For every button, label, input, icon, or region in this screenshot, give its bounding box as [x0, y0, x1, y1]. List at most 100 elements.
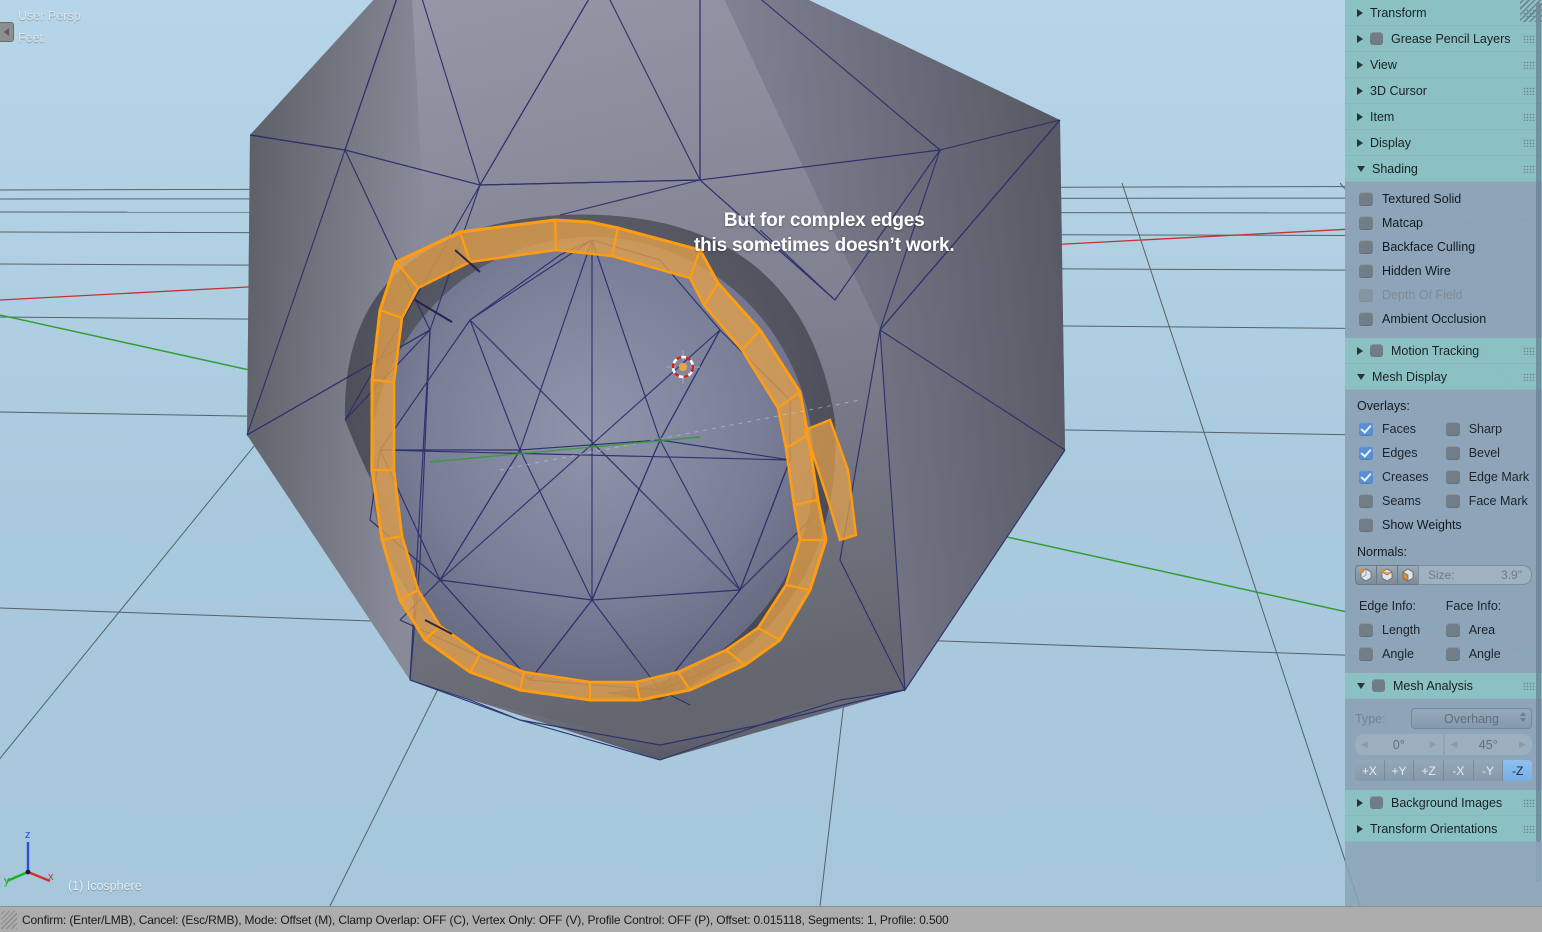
checkbox-edge-angle[interactable]: [1359, 647, 1373, 661]
panel-grip-icon[interactable]: [1523, 165, 1535, 173]
checkbox-bevel[interactable]: [1445, 446, 1460, 460]
axis-button-plus-x[interactable]: +X: [1355, 760, 1385, 781]
panel-header-mesh-display[interactable]: Mesh Display: [1345, 364, 1542, 390]
checkbox-row-show-weights[interactable]: Show Weights: [1345, 513, 1542, 537]
axis-button-minus-y[interactable]: -Y: [1473, 760, 1504, 781]
scrollbar-thumb[interactable]: [1536, 2, 1541, 842]
checkbox-sharp[interactable]: [1445, 422, 1460, 436]
axis-button-minus-z[interactable]: -Z: [1503, 760, 1533, 781]
checkbox-row-creases[interactable]: Creases: [1359, 470, 1446, 484]
checkbox-row-face-angle[interactable]: Angle: [1445, 647, 1542, 661]
checkbox-edges[interactable]: [1359, 446, 1373, 460]
checkbox-row-face-area[interactable]: Area: [1445, 623, 1542, 637]
checkbox-row-face-mark[interactable]: Face Mark: [1445, 494, 1542, 508]
checkbox-row-edges[interactable]: Edges: [1359, 446, 1446, 460]
panel-header-grease-pencil-layers[interactable]: Grease Pencil Layers: [1345, 26, 1542, 52]
label-depth-of-field: Depth Of Field: [1382, 288, 1463, 302]
checkbox-seams[interactable]: [1359, 494, 1373, 508]
panel-grip-icon[interactable]: [1523, 799, 1535, 807]
overlay-row-edges-bevel: Edges Bevel: [1345, 441, 1542, 465]
checkbox-row-backface-culling[interactable]: Backface Culling: [1345, 235, 1542, 259]
3d-viewport[interactable]: User Persp Feet (1) Icosphere But for co…: [0, 0, 1542, 906]
panel-grip-icon[interactable]: [1523, 35, 1535, 43]
panel-resize-grip-icon[interactable]: [1520, 0, 1542, 22]
panel-body-shading: Textured Solid Matcap Backface Culling H…: [1345, 182, 1542, 338]
vertex-normals-icon[interactable]: [1355, 565, 1376, 585]
panel-header-view[interactable]: View: [1345, 52, 1542, 78]
checkbox-row-bevel[interactable]: Bevel: [1445, 446, 1542, 460]
sidebar-scrollbar[interactable]: [1536, 2, 1541, 882]
face-normals-icon[interactable]: [1397, 565, 1418, 585]
panel-checkbox-mesh-analysis[interactable]: [1372, 679, 1385, 692]
panel-checkbox-motion-tracking[interactable]: [1370, 344, 1383, 357]
normals-size-slider[interactable]: Size: 3.9": [1418, 565, 1532, 585]
split-normals-icon[interactable]: [1376, 565, 1397, 585]
checkbox-row-ambient-occlusion[interactable]: Ambient Occlusion: [1345, 307, 1542, 331]
checkbox-matcap[interactable]: [1359, 216, 1373, 230]
panel-header-motion-tracking[interactable]: Motion Tracking: [1345, 338, 1542, 364]
panel-header-transform-orientations[interactable]: Transform Orientations: [1345, 816, 1542, 842]
checkbox-ambient-occlusion[interactable]: [1359, 312, 1373, 326]
panel-body-mesh-display: Overlays: Faces Sharp Edges Bevel Crease…: [1345, 390, 1542, 673]
panel-header-shading[interactable]: Shading: [1345, 156, 1542, 182]
panel-grip-icon[interactable]: [1523, 825, 1535, 833]
axis-gizmo[interactable]: z y x: [4, 826, 74, 896]
checkbox-creases[interactable]: [1359, 470, 1373, 484]
axis-button-plus-z[interactable]: +Z: [1414, 760, 1445, 781]
checkbox-row-edge-length[interactable]: Length: [1359, 623, 1446, 637]
panel-header-transform[interactable]: Transform: [1345, 0, 1542, 26]
blender-window: User Persp Feet (1) Icosphere But for co…: [0, 0, 1542, 932]
axis-button-minus-x[interactable]: -X: [1444, 760, 1474, 781]
panel-grip-icon[interactable]: [1523, 87, 1535, 95]
checkbox-textured-solid[interactable]: [1359, 192, 1373, 206]
panel-checkbox-background-images[interactable]: [1370, 796, 1383, 809]
checkbox-show-weights[interactable]: [1359, 518, 1373, 532]
axis-button-plus-y[interactable]: +Y: [1384, 760, 1415, 781]
axis-label-x: x: [48, 871, 54, 883]
panel-grip-icon[interactable]: [1523, 113, 1535, 121]
checkbox-row-seams[interactable]: Seams: [1359, 494, 1446, 508]
field-range-min[interactable]: ◀ 0° ▶: [1355, 734, 1443, 755]
checkbox-row-sharp[interactable]: Sharp: [1445, 422, 1542, 436]
chevron-down-icon: [1357, 682, 1365, 689]
panel-grip-icon[interactable]: [1523, 347, 1535, 355]
checkbox-row-matcap[interactable]: Matcap: [1345, 211, 1542, 235]
panel-grip-icon[interactable]: [1523, 139, 1535, 147]
status-bar-grip-icon[interactable]: [1, 911, 17, 929]
panel-checkbox-grease-pencil-layers[interactable]: [1370, 32, 1383, 45]
axis-label-z: z: [25, 829, 31, 841]
arrow-left-icon: ◀: [1450, 739, 1458, 749]
overlay-row-seams-face-mark: Seams Face Mark: [1345, 489, 1542, 513]
checkbox-hidden-wire[interactable]: [1359, 264, 1373, 278]
checkbox-row-edge-angle[interactable]: Angle: [1359, 647, 1446, 661]
checkbox-row-textured-solid[interactable]: Textured Solid: [1345, 187, 1542, 211]
checkbox-row-faces[interactable]: Faces: [1359, 422, 1446, 436]
checkbox-row-edge-mark[interactable]: Edge Mark: [1445, 470, 1542, 484]
checkbox-face-area[interactable]: [1445, 623, 1460, 637]
checkbox-backface-culling[interactable]: [1359, 240, 1373, 254]
panel-grip-icon[interactable]: [1523, 682, 1535, 690]
toolbar-expand-arrow-icon[interactable]: [0, 22, 14, 42]
properties-sidebar[interactable]: Transform Grease Pencil Layers View 3D C…: [1345, 0, 1542, 906]
panel-grip-icon[interactable]: [1523, 373, 1535, 381]
panel-header-item[interactable]: Item: [1345, 104, 1542, 130]
checkbox-face-mark[interactable]: [1445, 494, 1460, 508]
panel-header-3d-cursor[interactable]: 3D Cursor: [1345, 78, 1542, 104]
dropdown-analysis-type[interactable]: Overhang: [1411, 708, 1532, 729]
checkbox-face-angle[interactable]: [1445, 647, 1460, 661]
panel-header-mesh-analysis[interactable]: Mesh Analysis: [1345, 673, 1542, 699]
panel-header-display[interactable]: Display: [1345, 130, 1542, 156]
label-edge-mark: Edge Mark: [1468, 470, 1530, 484]
chevron-right-icon: [1357, 86, 1363, 95]
checkbox-row-hidden-wire[interactable]: Hidden Wire: [1345, 259, 1542, 283]
checkbox-edge-mark[interactable]: [1445, 470, 1460, 484]
checkbox-faces[interactable]: [1359, 422, 1373, 436]
field-range-max[interactable]: ◀ 45° ▶: [1444, 734, 1532, 755]
panel-label-display: Display: [1370, 135, 1411, 150]
overlay-row-faces-sharp: Faces Sharp: [1345, 417, 1542, 441]
panel-grip-icon[interactable]: [1523, 61, 1535, 69]
panel-header-background-images[interactable]: Background Images: [1345, 790, 1542, 816]
panel-label-motion-tracking: Motion Tracking: [1391, 343, 1480, 358]
checkbox-row-depth-of-field: Depth Of Field: [1345, 283, 1542, 307]
checkbox-edge-length[interactable]: [1359, 623, 1373, 637]
